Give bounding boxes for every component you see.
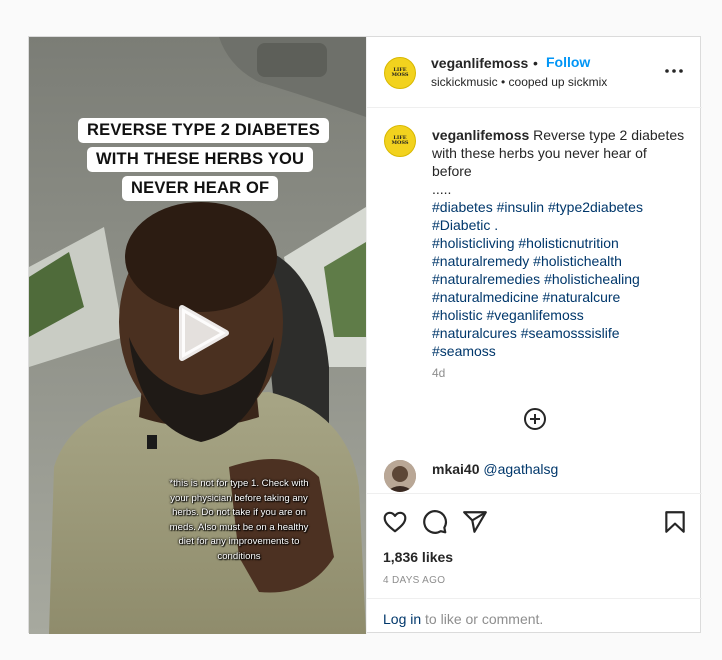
comment-row: mkai40 @agathalsg xyxy=(432,461,558,477)
hashtag-link[interactable]: #seamoss xyxy=(432,343,496,359)
hashtag-link[interactable]: #holisticnutrition xyxy=(518,235,618,251)
hashtag-row: #naturalcures #seamosssislife xyxy=(432,324,688,342)
login-prompt-text: to like or comment. xyxy=(421,611,544,627)
hashtag-link[interactable]: #holistichealth xyxy=(533,253,622,269)
video-disclaimer-text: *this is not for type 1. Check with your… xyxy=(169,478,309,562)
caption-dots: ..... xyxy=(432,181,452,197)
hashtag-link[interactable]: #holisticliving xyxy=(432,235,514,251)
action-bar: 1,836 likes 4 DAYS AGO xyxy=(367,493,702,598)
hashtag-row: #diabetes #insulin #type2diabetes xyxy=(432,198,688,216)
hashtag-link[interactable]: #naturalcure xyxy=(543,289,621,305)
hashtag-row: #holistic #veganlifemoss xyxy=(432,306,688,324)
caption-username[interactable]: veganlifemoss xyxy=(432,127,529,143)
login-prompt: Log in to like or comment. xyxy=(367,598,702,634)
hashtag-link[interactable]: #naturalmedicine xyxy=(432,289,539,305)
post-date: 4 DAYS AGO xyxy=(383,575,446,586)
post-details-panel: LIFE MOSS veganlifemoss • Follow sickick… xyxy=(366,37,702,634)
separator-dot: • xyxy=(533,55,538,71)
comment-mention[interactable]: @agathalsg xyxy=(483,461,558,477)
hashtag-row: #Diabetic . xyxy=(432,216,688,234)
hashtag-link[interactable]: #seamosssislife xyxy=(521,325,620,341)
hashtag-link[interactable]: #holistichealing xyxy=(544,271,640,287)
hashtag-link[interactable]: #veganlifemoss xyxy=(486,307,583,323)
hashtag-row: #seamoss xyxy=(432,342,688,360)
like-count[interactable]: 1,836 likes xyxy=(383,549,453,565)
more-options-icon[interactable] xyxy=(663,63,685,79)
hashtag-link[interactable]: #type2diabetes xyxy=(548,199,643,215)
hashtag-row: #naturalremedy #holistichealth xyxy=(432,252,688,270)
share-icon[interactable] xyxy=(462,509,488,535)
hashtag-row: #holisticliving #holisticnutrition xyxy=(432,234,688,252)
hashtag-link[interactable]: #insulin xyxy=(497,199,544,215)
caption-age: 4d xyxy=(432,366,446,380)
add-circle-icon[interactable] xyxy=(523,407,547,431)
overlay-text-line-3: NEVER HEAR OF xyxy=(122,176,279,201)
audio-attribution[interactable]: sickickmusic • cooped up sickmix xyxy=(431,75,607,89)
hashtag-link[interactable]: #naturalremedy xyxy=(432,253,529,269)
hashtag-row: #naturalmedicine #naturalcure xyxy=(432,288,688,306)
post-header: LIFE MOSS veganlifemoss • Follow sickick… xyxy=(367,37,702,108)
overlay-text-line-2: WITH THESE HERBS YOU xyxy=(87,147,314,172)
avatar-logo-text: LIFE MOSS xyxy=(391,135,409,146)
comment-icon[interactable] xyxy=(422,509,448,535)
play-icon[interactable] xyxy=(168,300,234,366)
hashtag-punctuation: . xyxy=(494,217,499,233)
commenter-username[interactable]: mkai40 xyxy=(432,461,479,477)
commenter-avatar[interactable] xyxy=(384,460,416,492)
hashtag-link[interactable]: #holistic xyxy=(432,307,483,323)
author-avatar[interactable]: LIFE MOSS xyxy=(384,57,416,89)
heart-icon[interactable] xyxy=(382,509,408,535)
login-link[interactable]: Log in xyxy=(383,611,421,627)
bookmark-icon[interactable] xyxy=(662,509,688,535)
hashtag-link[interactable]: #Diabetic xyxy=(432,217,490,233)
caption-body: veganlifemoss Reverse type 2 diabetes wi… xyxy=(432,126,688,360)
comments-section: LIFE MOSS veganlifemoss Reverse type 2 d… xyxy=(367,109,702,493)
author-username[interactable]: veganlifemoss xyxy=(431,55,528,71)
instagram-post: REVERSE TYPE 2 DIABETES WITH THESE HERBS… xyxy=(28,36,702,634)
commenter-photo xyxy=(384,460,416,492)
avatar-logo-text: LIFE MOSS xyxy=(391,67,409,78)
hashtag-link[interactable]: #naturalremedies xyxy=(432,271,540,287)
hashtag-link[interactable]: #naturalcures xyxy=(432,325,517,341)
video-player[interactable]: REVERSE TYPE 2 DIABETES WITH THESE HERBS… xyxy=(29,37,366,634)
overlay-text-line-1: REVERSE TYPE 2 DIABETES xyxy=(78,118,329,143)
hashtag-link[interactable]: #diabetes xyxy=(432,199,493,215)
caption-author-avatar[interactable]: LIFE MOSS xyxy=(384,125,416,157)
hashtag-row: #naturalremedies #holistichealing xyxy=(432,270,688,288)
hashtag-list: #diabetes #insulin #type2diabetes #Diabet… xyxy=(432,198,688,360)
follow-button[interactable]: Follow xyxy=(546,54,590,70)
